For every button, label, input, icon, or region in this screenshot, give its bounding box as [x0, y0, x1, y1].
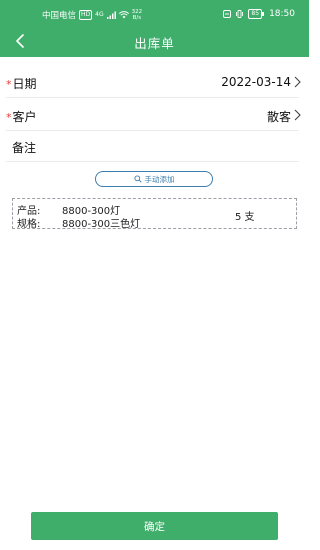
vibrate-icon: [236, 10, 244, 18]
network-type: 4G: [95, 11, 104, 18]
date-row[interactable]: * 日期 2022-03-14: [6, 66, 301, 98]
app-header: 中国电信 HD 4G 322 B/s 85 18:50 出库单: [0, 0, 309, 57]
required-mark: *: [6, 78, 12, 91]
wifi-icon: [118, 11, 129, 19]
chevron-right-icon: [294, 76, 301, 88]
customer-row[interactable]: * 客户 散客: [6, 99, 301, 131]
page-title: 出库单: [134, 36, 175, 51]
hd-badge: HD: [79, 10, 93, 20]
signal-icon: [106, 11, 116, 19]
manual-add-label: 手动添加: [144, 174, 175, 184]
search-icon: [133, 175, 142, 183]
status-left: 中国电信 HD 4G 322 B/s: [42, 9, 142, 21]
spec-key: 规格:: [17, 219, 41, 230]
date-label-text: 日期: [12, 77, 37, 91]
clock-text: 18:50: [269, 9, 295, 19]
status-bar: 中国电信 HD 4G 322 B/s 85 18:50: [0, 0, 309, 28]
manual-add-button[interactable]: 手动添加: [95, 171, 213, 187]
carrier-text: 中国电信: [42, 11, 77, 21]
status-right: 85 18:50: [223, 9, 295, 19]
remark-row[interactable]: 备注: [6, 130, 299, 162]
remark-label: 备注: [12, 141, 37, 155]
customer-label: * 客户: [6, 108, 37, 125]
chevron-right-icon: [294, 109, 301, 121]
product-item[interactable]: 产品: 8800-300灯 规格: 8800-300三色灯 5 支: [12, 198, 297, 230]
customer-label-text: 客户: [12, 110, 37, 124]
product-quantity: 5 支: [235, 212, 255, 223]
date-value[interactable]: 2022-03-14: [221, 75, 291, 89]
net-speed: 322 B/s: [132, 9, 143, 21]
date-label: * 日期: [6, 75, 37, 92]
spec-value: 8800-300三色灯: [62, 219, 141, 230]
product-spec-line: 规格: 8800-300三色灯: [17, 215, 140, 230]
net-speed-unit: B/s: [132, 15, 142, 21]
alarm-icon: [223, 10, 232, 18]
confirm-button[interactable]: 确定: [31, 512, 278, 540]
customer-value[interactable]: 散客: [267, 108, 291, 125]
battery-indicator: 85: [248, 9, 264, 19]
required-mark: *: [6, 111, 12, 124]
